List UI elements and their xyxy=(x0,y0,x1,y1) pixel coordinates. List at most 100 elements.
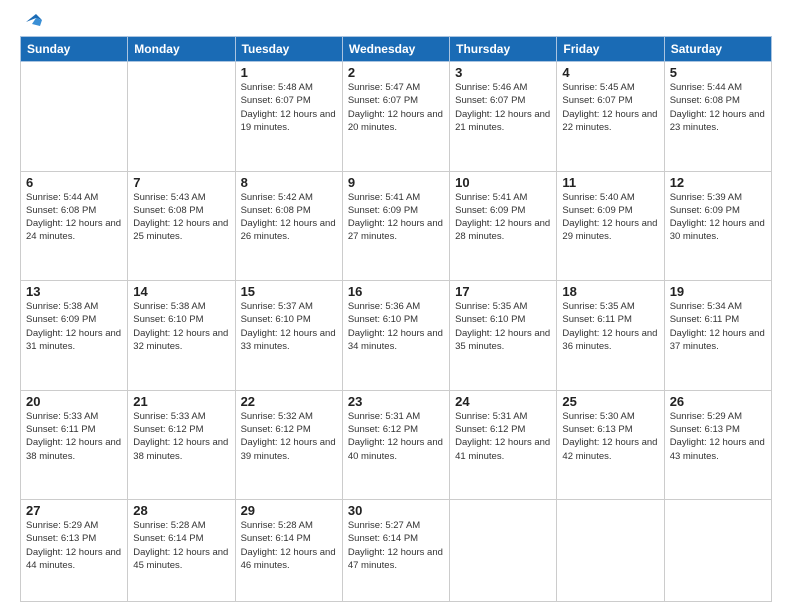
day-info: Sunrise: 5:44 AMSunset: 6:08 PMDaylight:… xyxy=(26,191,122,244)
th-saturday: Saturday xyxy=(664,37,771,62)
day-info: Sunrise: 5:30 AMSunset: 6:13 PMDaylight:… xyxy=(562,410,658,463)
day-number: 7 xyxy=(133,175,229,190)
day-number: 25 xyxy=(562,394,658,409)
calendar-cell: 7Sunrise: 5:43 AMSunset: 6:08 PMDaylight… xyxy=(128,171,235,281)
day-number: 15 xyxy=(241,284,337,299)
calendar-cell: 5Sunrise: 5:44 AMSunset: 6:08 PMDaylight… xyxy=(664,62,771,172)
calendar-cell: 29Sunrise: 5:28 AMSunset: 6:14 PMDayligh… xyxy=(235,500,342,602)
day-info: Sunrise: 5:42 AMSunset: 6:08 PMDaylight:… xyxy=(241,191,337,244)
calendar-cell: 6Sunrise: 5:44 AMSunset: 6:08 PMDaylight… xyxy=(21,171,128,281)
day-number: 6 xyxy=(26,175,122,190)
day-number: 21 xyxy=(133,394,229,409)
th-thursday: Thursday xyxy=(450,37,557,62)
day-info: Sunrise: 5:33 AMSunset: 6:12 PMDaylight:… xyxy=(133,410,229,463)
week-row-2: 6Sunrise: 5:44 AMSunset: 6:08 PMDaylight… xyxy=(21,171,772,281)
day-info: Sunrise: 5:33 AMSunset: 6:11 PMDaylight:… xyxy=(26,410,122,463)
calendar-cell xyxy=(21,62,128,172)
day-number: 13 xyxy=(26,284,122,299)
day-number: 29 xyxy=(241,503,337,518)
day-info: Sunrise: 5:44 AMSunset: 6:08 PMDaylight:… xyxy=(670,81,766,134)
header xyxy=(20,16,772,28)
calendar: Sunday Monday Tuesday Wednesday Thursday… xyxy=(20,36,772,602)
day-number: 2 xyxy=(348,65,444,80)
day-info: Sunrise: 5:48 AMSunset: 6:07 PMDaylight:… xyxy=(241,81,337,134)
calendar-cell: 24Sunrise: 5:31 AMSunset: 6:12 PMDayligh… xyxy=(450,390,557,500)
day-info: Sunrise: 5:31 AMSunset: 6:12 PMDaylight:… xyxy=(455,410,551,463)
day-info: Sunrise: 5:39 AMSunset: 6:09 PMDaylight:… xyxy=(670,191,766,244)
logo xyxy=(20,16,46,28)
calendar-cell: 17Sunrise: 5:35 AMSunset: 6:10 PMDayligh… xyxy=(450,281,557,391)
weekday-header-row: Sunday Monday Tuesday Wednesday Thursday… xyxy=(21,37,772,62)
day-info: Sunrise: 5:31 AMSunset: 6:12 PMDaylight:… xyxy=(348,410,444,463)
day-info: Sunrise: 5:46 AMSunset: 6:07 PMDaylight:… xyxy=(455,81,551,134)
day-info: Sunrise: 5:40 AMSunset: 6:09 PMDaylight:… xyxy=(562,191,658,244)
calendar-cell: 16Sunrise: 5:36 AMSunset: 6:10 PMDayligh… xyxy=(342,281,449,391)
week-row-1: 1Sunrise: 5:48 AMSunset: 6:07 PMDaylight… xyxy=(21,62,772,172)
day-info: Sunrise: 5:27 AMSunset: 6:14 PMDaylight:… xyxy=(348,519,444,572)
day-number: 5 xyxy=(670,65,766,80)
calendar-cell: 26Sunrise: 5:29 AMSunset: 6:13 PMDayligh… xyxy=(664,390,771,500)
day-number: 16 xyxy=(348,284,444,299)
day-info: Sunrise: 5:35 AMSunset: 6:10 PMDaylight:… xyxy=(455,300,551,353)
day-number: 10 xyxy=(455,175,551,190)
calendar-cell: 22Sunrise: 5:32 AMSunset: 6:12 PMDayligh… xyxy=(235,390,342,500)
calendar-cell: 10Sunrise: 5:41 AMSunset: 6:09 PMDayligh… xyxy=(450,171,557,281)
day-info: Sunrise: 5:41 AMSunset: 6:09 PMDaylight:… xyxy=(348,191,444,244)
calendar-cell: 12Sunrise: 5:39 AMSunset: 6:09 PMDayligh… xyxy=(664,171,771,281)
calendar-cell: 11Sunrise: 5:40 AMSunset: 6:09 PMDayligh… xyxy=(557,171,664,281)
calendar-cell: 27Sunrise: 5:29 AMSunset: 6:13 PMDayligh… xyxy=(21,500,128,602)
day-number: 14 xyxy=(133,284,229,299)
calendar-cell: 9Sunrise: 5:41 AMSunset: 6:09 PMDaylight… xyxy=(342,171,449,281)
day-number: 27 xyxy=(26,503,122,518)
day-number: 24 xyxy=(455,394,551,409)
day-number: 20 xyxy=(26,394,122,409)
day-info: Sunrise: 5:34 AMSunset: 6:11 PMDaylight:… xyxy=(670,300,766,353)
day-info: Sunrise: 5:35 AMSunset: 6:11 PMDaylight:… xyxy=(562,300,658,353)
day-number: 8 xyxy=(241,175,337,190)
day-number: 12 xyxy=(670,175,766,190)
day-number: 4 xyxy=(562,65,658,80)
calendar-cell: 30Sunrise: 5:27 AMSunset: 6:14 PMDayligh… xyxy=(342,500,449,602)
day-info: Sunrise: 5:28 AMSunset: 6:14 PMDaylight:… xyxy=(241,519,337,572)
day-number: 1 xyxy=(241,65,337,80)
day-number: 3 xyxy=(455,65,551,80)
day-info: Sunrise: 5:29 AMSunset: 6:13 PMDaylight:… xyxy=(26,519,122,572)
day-info: Sunrise: 5:32 AMSunset: 6:12 PMDaylight:… xyxy=(241,410,337,463)
day-number: 11 xyxy=(562,175,658,190)
calendar-cell: 8Sunrise: 5:42 AMSunset: 6:08 PMDaylight… xyxy=(235,171,342,281)
calendar-cell: 3Sunrise: 5:46 AMSunset: 6:07 PMDaylight… xyxy=(450,62,557,172)
day-info: Sunrise: 5:41 AMSunset: 6:09 PMDaylight:… xyxy=(455,191,551,244)
day-number: 26 xyxy=(670,394,766,409)
calendar-cell: 25Sunrise: 5:30 AMSunset: 6:13 PMDayligh… xyxy=(557,390,664,500)
calendar-cell xyxy=(450,500,557,602)
calendar-cell: 15Sunrise: 5:37 AMSunset: 6:10 PMDayligh… xyxy=(235,281,342,391)
calendar-cell: 2Sunrise: 5:47 AMSunset: 6:07 PMDaylight… xyxy=(342,62,449,172)
week-row-3: 13Sunrise: 5:38 AMSunset: 6:09 PMDayligh… xyxy=(21,281,772,391)
day-info: Sunrise: 5:29 AMSunset: 6:13 PMDaylight:… xyxy=(670,410,766,463)
calendar-cell xyxy=(664,500,771,602)
page: Sunday Monday Tuesday Wednesday Thursday… xyxy=(0,0,792,612)
th-sunday: Sunday xyxy=(21,37,128,62)
day-number: 9 xyxy=(348,175,444,190)
th-friday: Friday xyxy=(557,37,664,62)
day-number: 28 xyxy=(133,503,229,518)
day-info: Sunrise: 5:47 AMSunset: 6:07 PMDaylight:… xyxy=(348,81,444,134)
day-number: 19 xyxy=(670,284,766,299)
calendar-cell: 28Sunrise: 5:28 AMSunset: 6:14 PMDayligh… xyxy=(128,500,235,602)
calendar-cell: 4Sunrise: 5:45 AMSunset: 6:07 PMDaylight… xyxy=(557,62,664,172)
th-monday: Monday xyxy=(128,37,235,62)
day-info: Sunrise: 5:28 AMSunset: 6:14 PMDaylight:… xyxy=(133,519,229,572)
th-tuesday: Tuesday xyxy=(235,37,342,62)
day-number: 17 xyxy=(455,284,551,299)
calendar-cell: 19Sunrise: 5:34 AMSunset: 6:11 PMDayligh… xyxy=(664,281,771,391)
day-number: 18 xyxy=(562,284,658,299)
calendar-cell: 23Sunrise: 5:31 AMSunset: 6:12 PMDayligh… xyxy=(342,390,449,500)
calendar-cell: 1Sunrise: 5:48 AMSunset: 6:07 PMDaylight… xyxy=(235,62,342,172)
calendar-cell xyxy=(128,62,235,172)
week-row-5: 27Sunrise: 5:29 AMSunset: 6:13 PMDayligh… xyxy=(21,500,772,602)
day-info: Sunrise: 5:43 AMSunset: 6:08 PMDaylight:… xyxy=(133,191,229,244)
day-info: Sunrise: 5:38 AMSunset: 6:10 PMDaylight:… xyxy=(133,300,229,353)
calendar-cell: 18Sunrise: 5:35 AMSunset: 6:11 PMDayligh… xyxy=(557,281,664,391)
day-info: Sunrise: 5:36 AMSunset: 6:10 PMDaylight:… xyxy=(348,300,444,353)
calendar-cell: 14Sunrise: 5:38 AMSunset: 6:10 PMDayligh… xyxy=(128,281,235,391)
